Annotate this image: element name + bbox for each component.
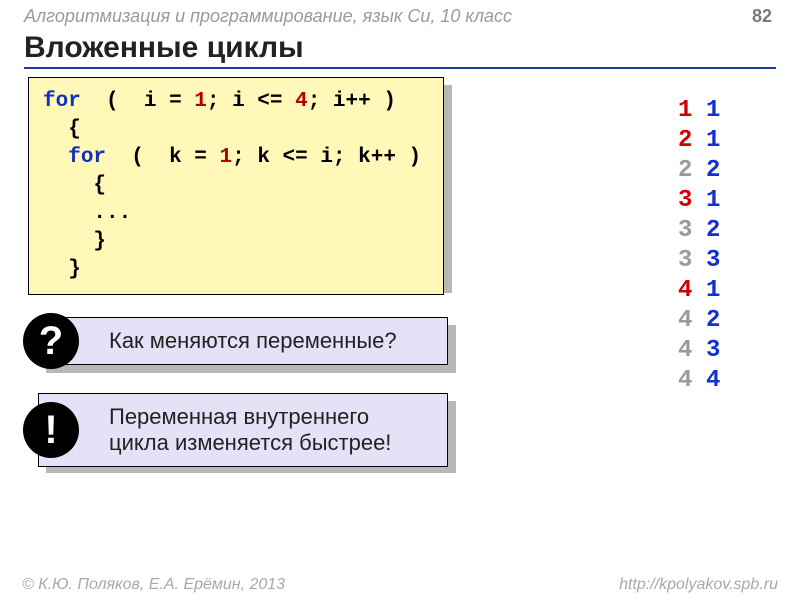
output-k: 1 xyxy=(706,96,734,126)
exclaim-badge-icon: ! xyxy=(23,402,79,458)
callout-box: ! Переменная внутреннего цикла изменяетс… xyxy=(38,393,448,467)
output-k: 1 xyxy=(706,186,734,216)
output-row: 41 xyxy=(678,276,734,306)
output-i: 4 xyxy=(678,306,706,336)
output-i: 3 xyxy=(678,186,706,216)
question-text: Как меняются переменные? xyxy=(109,328,397,353)
output-i: 1 xyxy=(678,96,706,126)
output-k: 2 xyxy=(706,216,734,246)
output-i: 4 xyxy=(678,336,706,366)
output-row: 32 xyxy=(678,216,734,246)
exclaim-text: Переменная внутреннего цикла изменяется … xyxy=(109,404,391,455)
brace: { xyxy=(68,118,81,141)
slide-header: Алгоритмизация и программирование, язык … xyxy=(0,0,800,27)
output-i: 4 xyxy=(678,276,706,306)
output-k: 3 xyxy=(706,246,734,276)
brace: { xyxy=(93,174,106,197)
keyword-for: for xyxy=(43,90,81,113)
code-line: ... xyxy=(43,200,429,228)
output-i: 2 xyxy=(678,126,706,156)
brace: } xyxy=(93,230,106,253)
output-row: 33 xyxy=(678,246,734,276)
output-k: 2 xyxy=(706,156,734,186)
footer-url: http://kpolyakov.spb.ru xyxy=(619,576,778,594)
output-k: 1 xyxy=(706,276,734,306)
callout-box: ? Как меняются переменные? xyxy=(38,317,448,365)
output-i: 3 xyxy=(678,216,706,246)
question-badge-icon: ? xyxy=(23,313,79,369)
exclaim-callout: ! Переменная внутреннего цикла изменяетс… xyxy=(38,393,800,467)
output-k: 1 xyxy=(706,126,734,156)
literal: 1 xyxy=(194,90,207,113)
output-row: 22 xyxy=(678,156,734,186)
code-line: } xyxy=(43,256,429,284)
literal: 1 xyxy=(220,146,233,169)
slide-footer: © К.Ю. Поляков, Е.А. Ерёмин, 2013 http:/… xyxy=(0,576,800,594)
output-row: 43 xyxy=(678,336,734,366)
brace: } xyxy=(68,258,81,281)
code-line: { xyxy=(43,172,429,200)
paren-open: ( xyxy=(131,146,144,169)
code-line: } xyxy=(43,228,429,256)
code-line: for ( i = 1; i <= 4; i++ ) xyxy=(43,88,429,116)
output-row: 42 xyxy=(678,306,734,336)
keyword-for: for xyxy=(68,146,106,169)
literal: 4 xyxy=(295,90,308,113)
output-i: 4 xyxy=(678,366,706,396)
output-k: 3 xyxy=(706,336,734,366)
code-body: ... xyxy=(93,202,131,225)
code-block: for ( i = 1; i <= 4; i++ ) { for ( k = 1… xyxy=(28,77,444,295)
paren-open: ( xyxy=(106,90,119,113)
slide-title: Вложенные циклы xyxy=(24,31,776,69)
output-k: 4 xyxy=(706,366,734,396)
code-text: k = xyxy=(169,146,219,169)
copyright-text: © К.Ю. Поляков, Е.А. Ерёмин, 2013 xyxy=(22,576,285,594)
course-title: Алгоритмизация и программирование, язык … xyxy=(24,6,512,27)
output-row: 21 xyxy=(678,126,734,156)
output-i: 2 xyxy=(678,156,706,186)
output-row: 11 xyxy=(678,96,734,126)
code-line: { xyxy=(43,116,429,144)
output-column: 11212231323341424344 xyxy=(678,96,734,396)
output-k: 2 xyxy=(706,306,734,336)
code-text: i = xyxy=(144,90,194,113)
page-number: 82 xyxy=(752,6,772,27)
slide: Алгоритмизация и программирование, язык … xyxy=(0,0,800,600)
output-row: 31 xyxy=(678,186,734,216)
output-row: 44 xyxy=(678,366,734,396)
code-text: ; i <= xyxy=(207,90,295,113)
output-i: 3 xyxy=(678,246,706,276)
code-line: for ( k = 1; k <= i; k++ ) xyxy=(43,144,429,172)
code-text: ; i++ ) xyxy=(308,90,396,113)
code-text: ; k <= i; k++ ) xyxy=(232,146,421,169)
